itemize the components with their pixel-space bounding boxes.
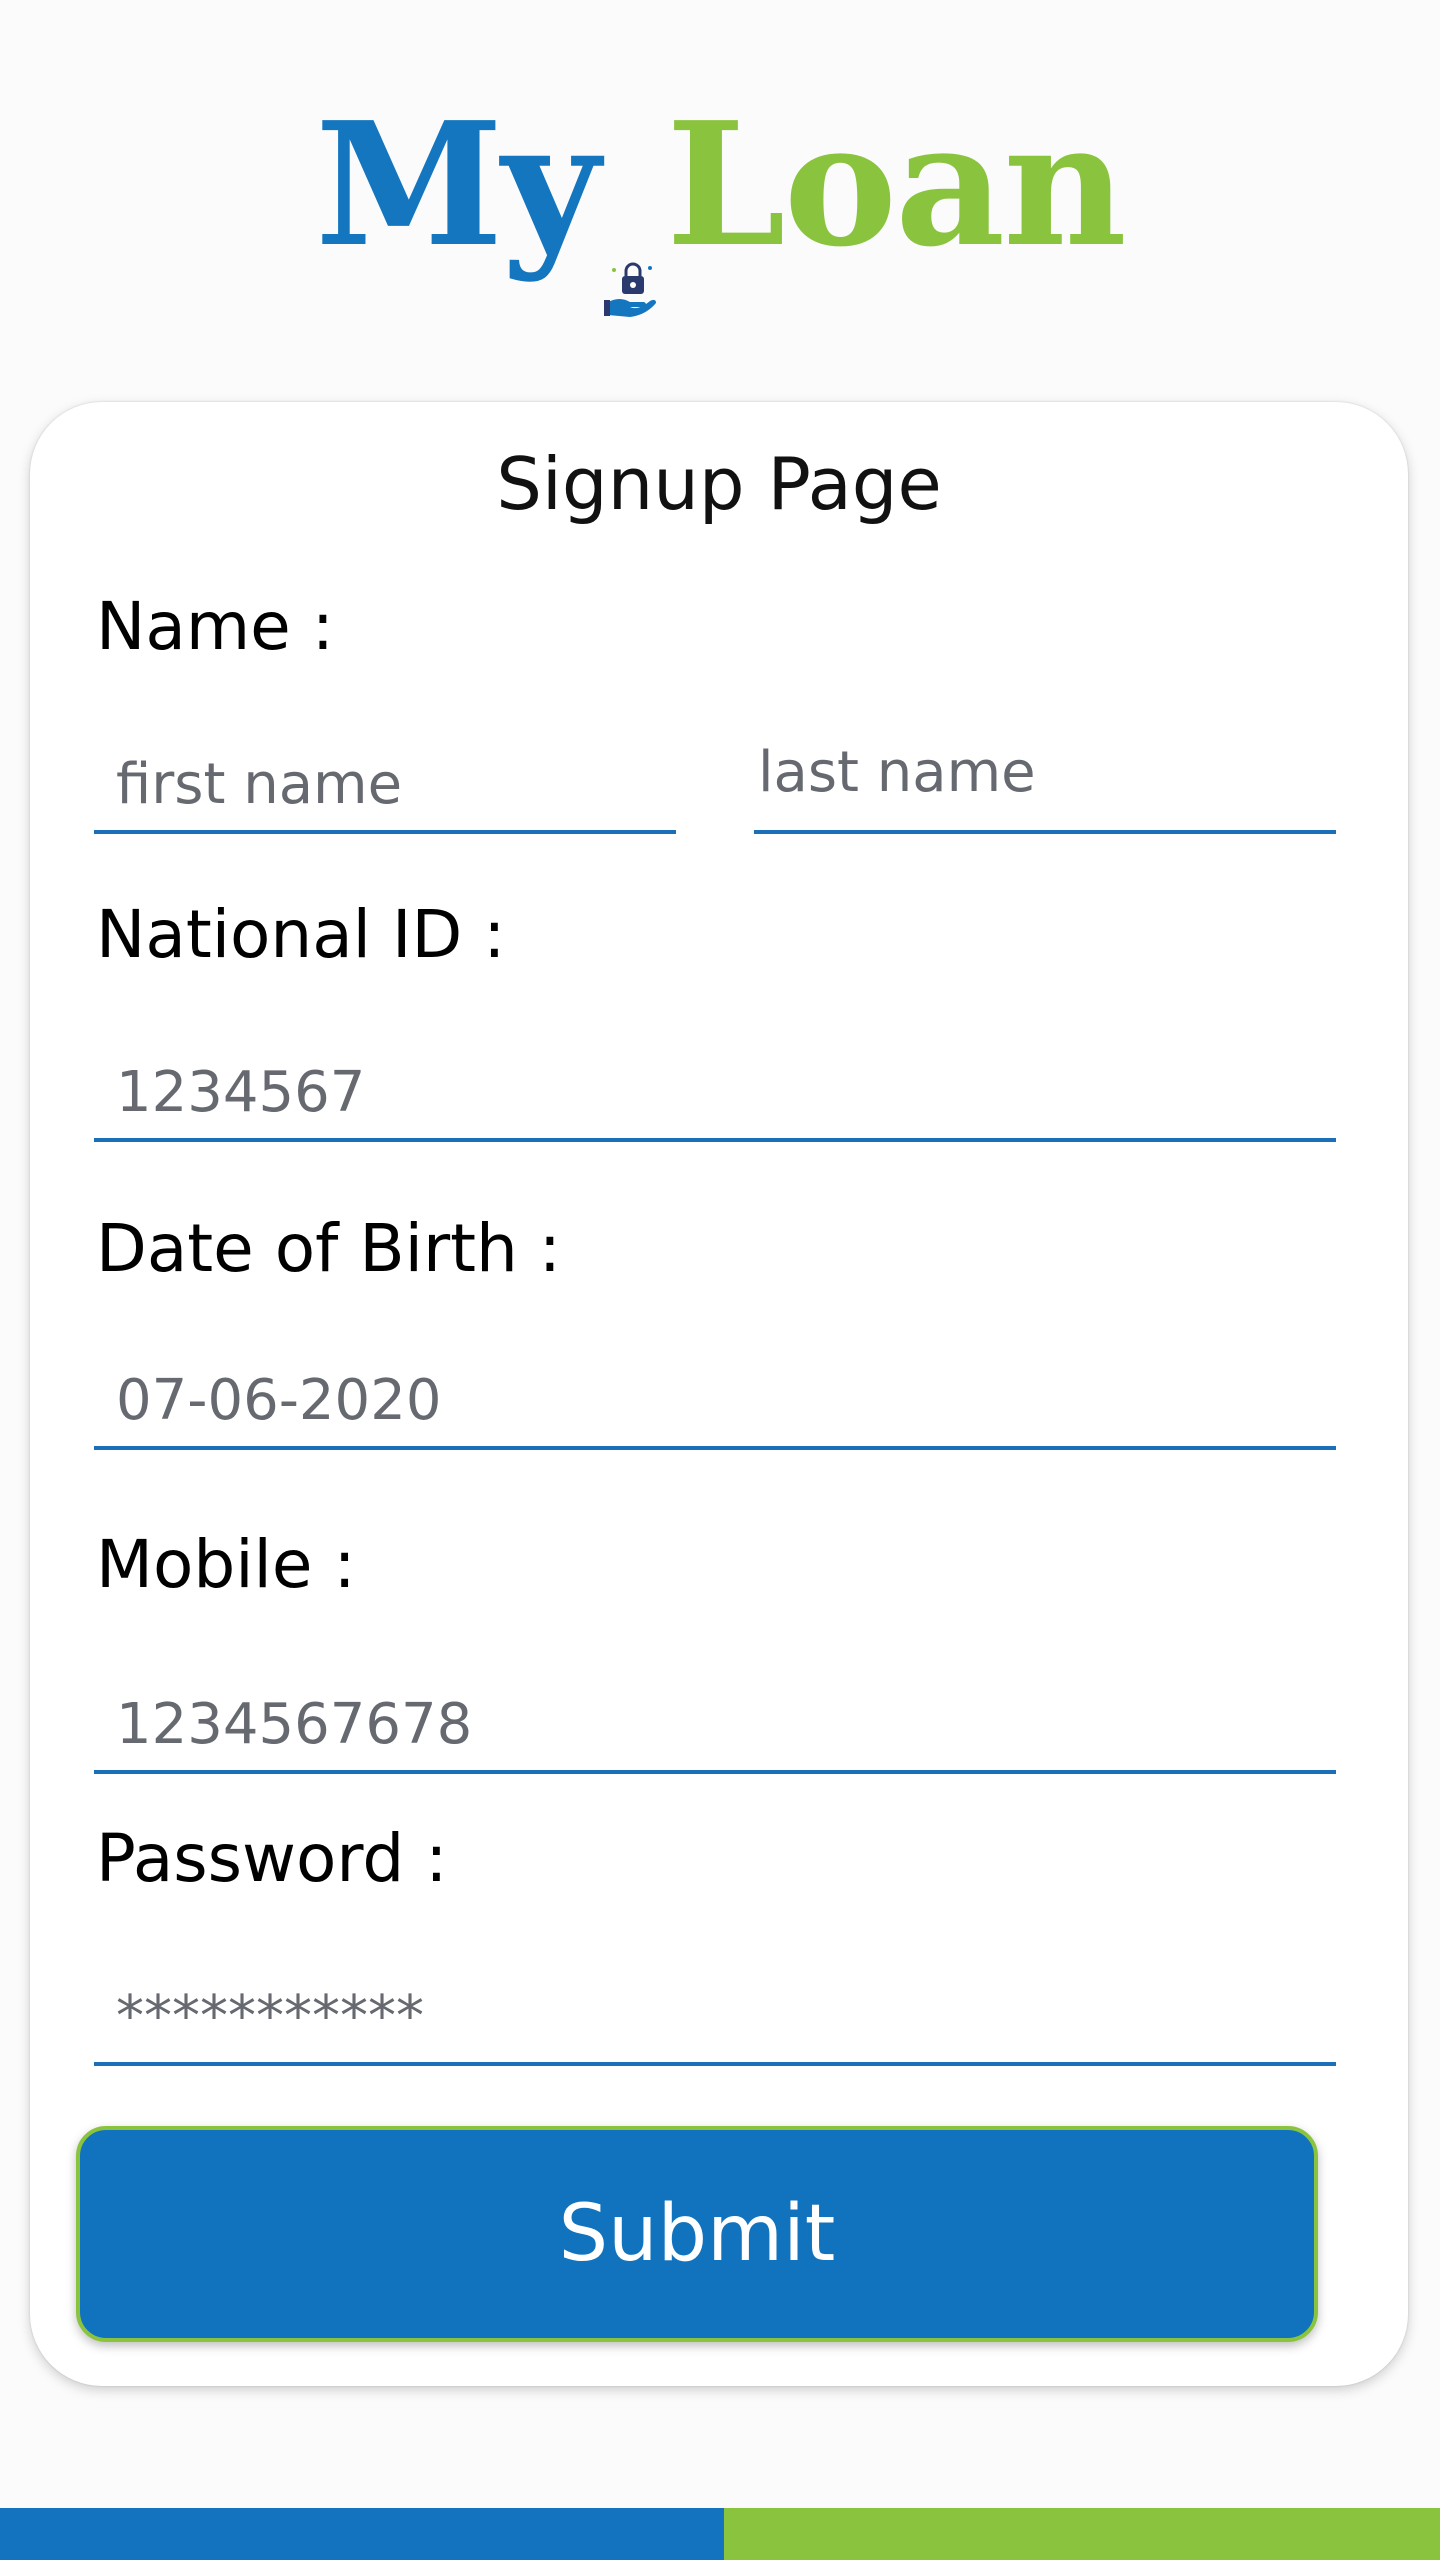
logo-text-loan: Loan (666, 85, 1127, 285)
page-title: Signup Page (496, 442, 942, 526)
logo-wordmark: My Loan (315, 100, 1127, 317)
password-field (94, 1976, 1336, 2066)
dob-label: Date of Birth : (96, 1210, 561, 1287)
logo-text-my: My (315, 85, 600, 285)
last-name-field (754, 732, 1336, 834)
name-label: Name : (96, 588, 334, 665)
last-name-input[interactable] (754, 732, 1336, 812)
mobile-field (94, 1684, 1336, 1774)
national-id-field (94, 1052, 1336, 1142)
bottom-bar-green (724, 2508, 1440, 2560)
dob-input[interactable] (94, 1360, 1336, 1440)
first-name-field (94, 744, 676, 834)
national-id-input[interactable] (94, 1052, 1336, 1132)
first-name-input[interactable] (94, 744, 676, 824)
dob-field (94, 1360, 1336, 1450)
password-label: Password : (96, 1820, 448, 1897)
mobile-input[interactable] (94, 1684, 1336, 1764)
signup-card: Signup Page Name : National ID : Date of… (30, 402, 1408, 2386)
bottom-bar-blue (0, 2508, 724, 2560)
mobile-label: Mobile : (96, 1526, 356, 1603)
app-logo: My Loan (0, 100, 1440, 317)
password-input[interactable] (94, 1976, 1336, 2056)
bottom-bar (0, 2508, 1440, 2560)
national-id-label: National ID : (96, 896, 506, 973)
hand-lock-icon (604, 178, 660, 317)
submit-button[interactable]: Submit (76, 2126, 1318, 2342)
